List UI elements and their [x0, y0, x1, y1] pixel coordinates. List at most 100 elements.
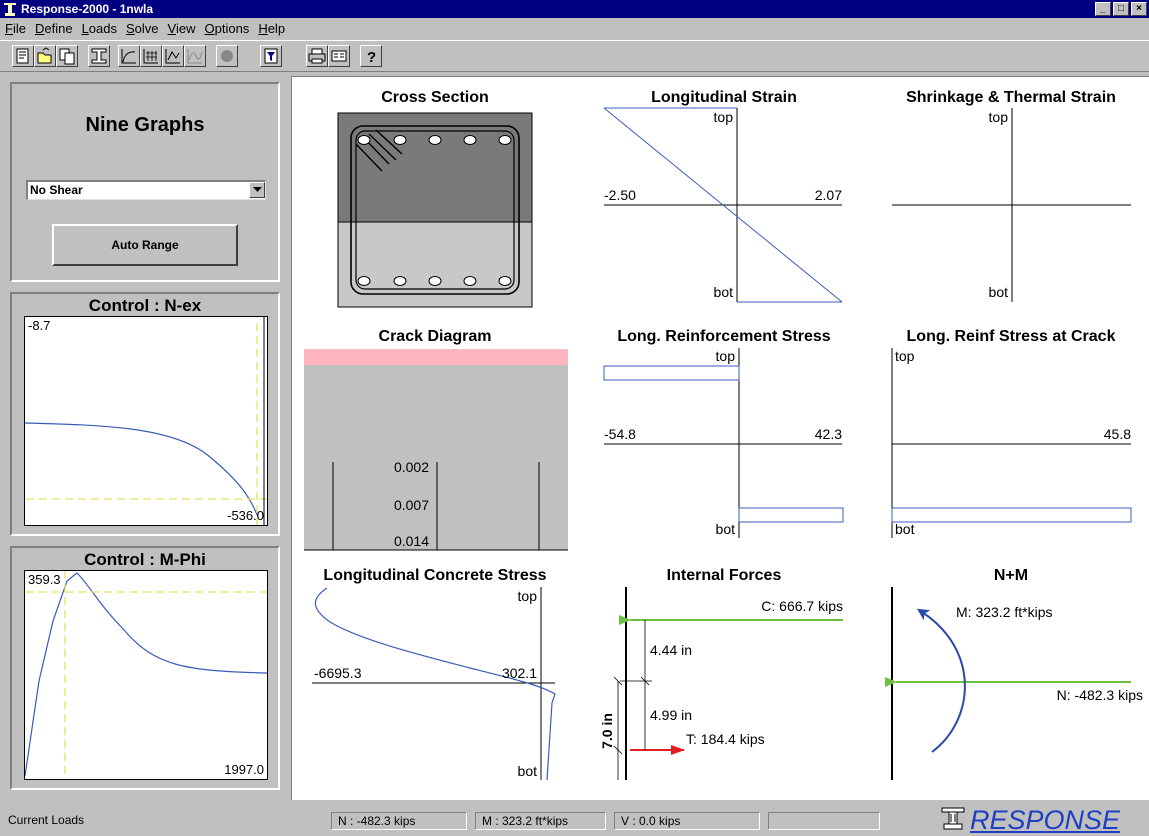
check-graph-icon[interactable] — [162, 45, 184, 67]
reinf-right-value: 42.3 — [815, 426, 842, 442]
grid-icon[interactable] — [140, 45, 162, 67]
brand-text: RESPONSE — [970, 804, 1121, 835]
crack-stress-right-value: 45.8 — [1104, 426, 1131, 442]
concrete-top-label: top — [518, 588, 538, 604]
strain-right-value: 2.07 — [815, 187, 842, 203]
concrete-bot-label: bot — [518, 763, 538, 779]
response-logo-icon — [940, 807, 966, 834]
lever-arm-label: 7.0 in — [599, 713, 615, 749]
nine-graphs-title: Nine Graphs — [85, 114, 205, 136]
n-plus-m-graph[interactable]: M: 323.2 ft*kips N: -482.3 kips — [885, 587, 1143, 780]
status-label: Current Loads — [8, 813, 85, 827]
status-empty-field — [768, 812, 880, 830]
shrinkage-top-label: top — [989, 109, 1009, 125]
copy-icon[interactable] — [56, 45, 78, 67]
moment-label: M: 323.2 ft*kips — [956, 604, 1053, 620]
filter-icon[interactable] — [260, 45, 282, 67]
dim-label-2: 4.99 in — [650, 707, 692, 723]
reinf-left-value: -54.8 — [604, 426, 636, 442]
longitudinal-strain-title: Longitudinal Strain — [651, 89, 797, 106]
crack-stress-bottom-bar — [891, 507, 1132, 523]
title-bar: Response-2000 - 1nwla _ □ × — [0, 0, 1149, 18]
rebar-top — [393, 135, 407, 145]
concrete-stress-curve — [314, 587, 556, 781]
internal-forces-title: Internal Forces — [667, 567, 782, 584]
concrete-right-value: 302.1 — [502, 665, 537, 681]
cross-section-drawing[interactable] — [337, 112, 533, 308]
concrete-left-value: -6695.3 — [314, 665, 362, 681]
svg-text:?: ? — [367, 49, 376, 66]
window-title: Response-2000 - 1nwla — [21, 2, 154, 16]
tension-label: T: 184.4 kips — [686, 731, 765, 747]
crack-diagram-graph[interactable]: 0.002 0.007 0.014 — [304, 349, 568, 551]
circle-icon[interactable] — [216, 45, 238, 67]
minimize-button[interactable]: _ — [1095, 2, 1111, 16]
auto-range-button[interactable]: Auto Range — [52, 224, 238, 266]
mphi-bottom-label: 1997.0 — [224, 762, 264, 777]
concrete-stress-graph[interactable]: top bot -6695.3 302.1 — [312, 587, 556, 781]
control-nex-title: Control : N-ex — [88, 296, 202, 315]
nex-top-label: -8.7 — [28, 318, 51, 333]
reinf-stress-crack-graph[interactable]: top bot 45.8 — [891, 348, 1132, 538]
rebar-top — [463, 135, 477, 145]
long-reinf-stress-graph[interactable]: top bot -54.8 42.3 — [603, 348, 844, 538]
app-icon[interactable] — [3, 2, 17, 16]
menu-solve[interactable]: Solve — [123, 21, 165, 36]
control-mphi-plot[interactable]: 359.3 1997.0 — [24, 570, 268, 780]
reinf-bot-label: bot — [716, 521, 736, 537]
menu-view[interactable]: View — [165, 21, 202, 36]
rebar-top — [428, 135, 442, 145]
cross-section-title: Cross Section — [381, 89, 489, 106]
control-nex-panel: Control : N-ex -8.7 -536.0 — [10, 292, 280, 536]
crack-width-label: 0.002 — [394, 459, 429, 475]
control-nex-plot[interactable]: -8.7 -536.0 — [24, 316, 268, 526]
shrinkage-bot-label: bot — [989, 284, 1009, 300]
menu-define[interactable]: Define — [32, 21, 79, 36]
reinf-top-label: top — [716, 348, 736, 364]
reinf-stress-top-bar — [603, 365, 740, 381]
menu-loads[interactable]: Loads — [79, 21, 123, 36]
shear-select-value: No Shear — [30, 183, 83, 197]
shrinkage-thermal-graph[interactable]: top bot — [892, 108, 1131, 302]
curve-icon[interactable] — [118, 45, 140, 67]
print-icon[interactable] — [306, 45, 328, 67]
wave-icon[interactable] — [184, 45, 206, 67]
nine-graphs-canvas: Cross Section Longitudinal Strain top bo… — [291, 76, 1149, 800]
mphi-curve — [25, 572, 267, 777]
crack-stress-bot-label: bot — [895, 521, 915, 537]
menu-file[interactable]: File — [2, 21, 32, 36]
crack-stress-top-label: top — [895, 348, 915, 364]
rebar-top — [357, 135, 371, 145]
nine-graphs-panel: Nine Graphs No Shear Auto Range — [10, 82, 280, 282]
help-icon[interactable]: ? — [360, 45, 382, 67]
restore-button[interactable]: □ — [1113, 2, 1129, 16]
status-bar: Current Loads N : -482.3 kips M : 323.2 … — [0, 804, 1149, 835]
strain-left-value: -2.50 — [604, 187, 636, 203]
n-plus-m-title: N+M — [994, 567, 1028, 584]
new-section-icon[interactable] — [12, 45, 34, 67]
rebar-bottom — [393, 276, 407, 286]
status-m-field: M : 323.2 ft*kips — [475, 812, 606, 830]
longitudinal-strain-graph[interactable]: top bot -2.50 2.07 — [603, 107, 843, 303]
nex-curve — [25, 422, 259, 518]
rebar-bottom — [357, 276, 371, 286]
long-reinf-stress-title: Long. Reinforcement Stress — [617, 328, 830, 345]
status-n-field: N : -482.3 kips — [331, 812, 467, 830]
chevron-down-icon[interactable] — [249, 182, 265, 198]
control-mphi-panel: Control : M-Phi 359.3 1997.0 — [10, 546, 280, 790]
toolbar: ? — [0, 40, 1149, 72]
menu-help[interactable]: Help — [255, 21, 291, 36]
display-icon[interactable] — [328, 45, 350, 67]
shear-select[interactable]: No Shear — [26, 180, 266, 200]
control-mphi-title: Control : M-Phi — [84, 550, 206, 569]
menu-options[interactable]: Options — [201, 21, 255, 36]
brand-logo: RESPONSE — [940, 804, 1121, 835]
open-file-icon[interactable] — [34, 45, 56, 67]
rebar-bottom — [428, 276, 442, 286]
i-section-icon[interactable] — [88, 45, 110, 67]
dim-label-1: 4.44 in — [650, 642, 692, 658]
strain-top-label: top — [714, 109, 734, 125]
shrinkage-thermal-title: Shrinkage & Thermal Strain — [906, 89, 1116, 106]
close-button[interactable]: × — [1131, 2, 1147, 16]
internal-forces-graph[interactable]: C: 666.7 kips 4.44 in 4.99 in T: 184.4 k… — [599, 587, 843, 780]
